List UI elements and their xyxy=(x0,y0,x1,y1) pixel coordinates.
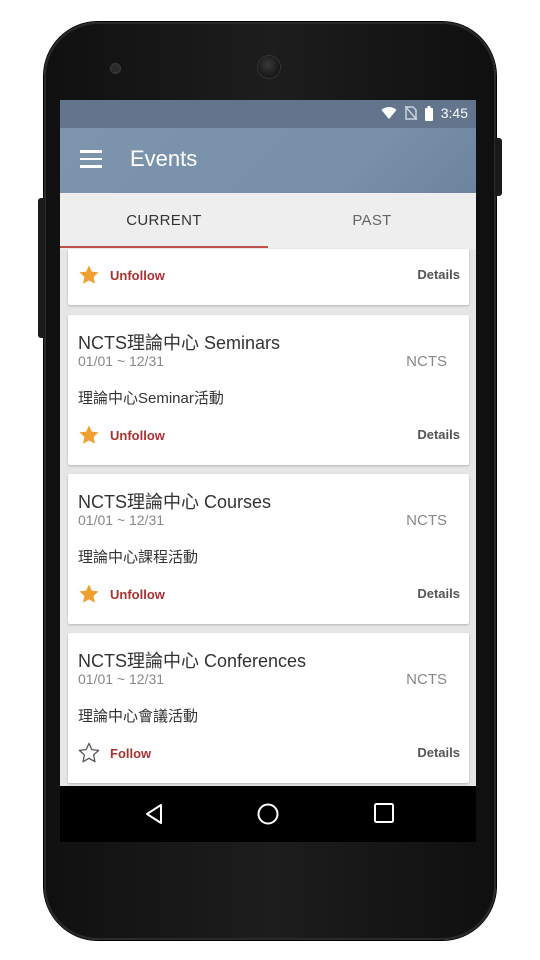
follow-label: Unfollow xyxy=(110,427,165,443)
event-card: Unfollow Details xyxy=(68,249,469,305)
wifi-icon xyxy=(381,107,397,119)
tab-bar: CURRENT PAST xyxy=(60,193,476,249)
star-outline-icon xyxy=(78,742,100,763)
follow-label: Unfollow xyxy=(110,586,165,602)
navigation-bar xyxy=(60,786,476,842)
no-sim-icon xyxy=(404,106,417,120)
volume-button xyxy=(38,198,45,338)
star-filled-icon xyxy=(79,265,99,284)
app-bar: Events xyxy=(60,128,476,193)
follow-label: Unfollow xyxy=(110,267,165,283)
back-icon[interactable] xyxy=(143,802,165,826)
event-description: 理論中心會議活動 xyxy=(78,708,199,725)
event-organizer: NCTS xyxy=(406,512,447,529)
star-filled-icon xyxy=(79,584,99,603)
menu-icon[interactable] xyxy=(80,150,102,168)
page-title: Events xyxy=(130,146,198,171)
follow-toggle[interactable]: Unfollow xyxy=(78,263,165,287)
status-bar: 3:45 xyxy=(60,100,476,128)
event-dates: 01/01 ~ 12/31 xyxy=(78,671,165,687)
details-button[interactable]: Details xyxy=(417,745,460,760)
event-description: 理論中心Seminar活動 xyxy=(78,390,224,407)
power-button xyxy=(495,138,502,196)
follow-label: Follow xyxy=(110,745,152,761)
tab-past[interactable]: PAST xyxy=(268,193,476,249)
details-button[interactable]: Details xyxy=(417,267,460,282)
event-organizer: NCTS xyxy=(406,353,447,370)
event-card: NCTS理論中心 Seminars 01/01 ~ 12/31 NCTS 理論中… xyxy=(68,315,469,465)
event-description: 理論中心課程活動 xyxy=(78,549,199,566)
screen: 3:45 Events CURRENT PAST Unfollow Detail… xyxy=(60,100,476,786)
details-button[interactable]: Details xyxy=(417,586,460,601)
tab-indicator xyxy=(60,246,268,248)
follow-toggle[interactable]: Unfollow xyxy=(78,423,165,447)
battery-icon xyxy=(424,105,433,121)
proximity-sensor xyxy=(111,64,120,73)
follow-toggle[interactable]: Follow xyxy=(78,741,151,765)
event-organizer: NCTS xyxy=(406,671,447,688)
clock: 3:45 xyxy=(440,105,468,121)
follow-toggle[interactable]: Unfollow xyxy=(78,582,165,606)
details-button[interactable]: Details xyxy=(417,427,460,442)
front-camera xyxy=(258,56,280,78)
home-icon[interactable] xyxy=(256,802,280,826)
star-filled-icon xyxy=(79,425,99,444)
event-dates: 01/01 ~ 12/31 xyxy=(78,353,165,369)
event-card: NCTS理論中心 Conferences 01/01 ~ 12/31 NCTS … xyxy=(68,633,469,783)
event-card: NCTS理論中心 Courses 01/01 ~ 12/31 NCTS 理論中心… xyxy=(68,474,469,624)
tab-current[interactable]: CURRENT xyxy=(60,193,268,249)
event-dates: 01/01 ~ 12/31 xyxy=(78,512,165,528)
event-title: NCTS理論中心 Seminars xyxy=(78,333,281,353)
event-title: NCTS理論中心 Conferences xyxy=(78,651,307,671)
event-title: NCTS理論中心 Courses xyxy=(78,492,272,512)
recents-icon[interactable] xyxy=(373,802,395,824)
